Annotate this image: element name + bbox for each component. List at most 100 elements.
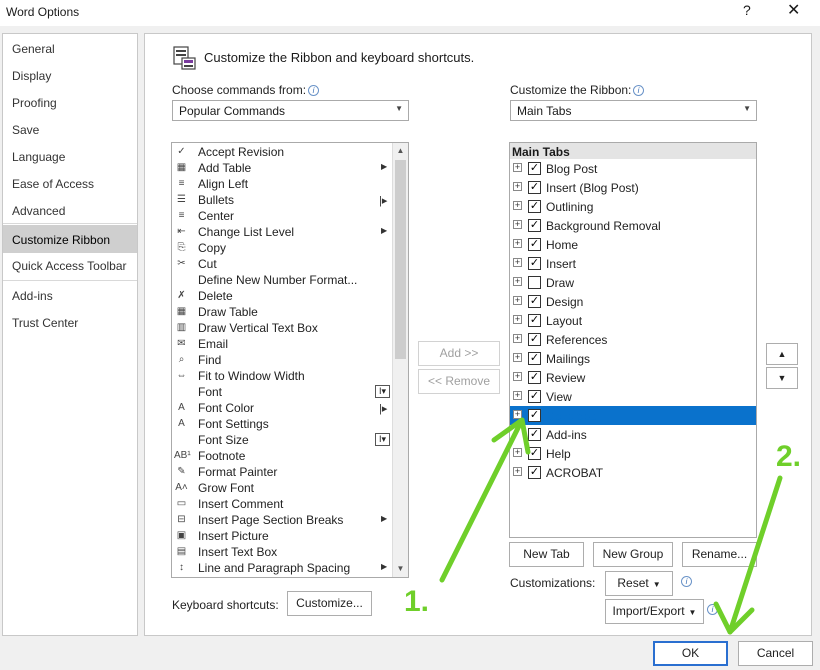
sidebar-item-language[interactable]: Language bbox=[3, 144, 137, 170]
tab-checkbox[interactable]: ✓ bbox=[528, 371, 541, 384]
ribbon-tab-item[interactable]: + ✓ Outlining bbox=[510, 197, 756, 216]
sidebar-item-trust-center[interactable]: Trust Center bbox=[3, 310, 137, 336]
command-item[interactable]: ⌕ Find bbox=[172, 352, 392, 368]
tab-checkbox[interactable]: ✓ bbox=[528, 352, 541, 365]
ribbon-tab-item[interactable]: + ✓ Help bbox=[510, 444, 756, 463]
ok-button[interactable]: OK bbox=[653, 641, 728, 666]
command-item[interactable]: ☰ Bullets |▸ bbox=[172, 192, 392, 208]
command-item[interactable]: Font Size I▾ bbox=[172, 432, 392, 448]
sidebar-item-customize-ribbon[interactable]: Customize Ribbon bbox=[3, 225, 137, 253]
ribbon-tab-item[interactable]: + ✓ Developer bbox=[510, 406, 756, 425]
ribbon-tab-item[interactable]: + ✓ Layout bbox=[510, 311, 756, 330]
command-item[interactable]: ✂ Cut bbox=[172, 256, 392, 272]
ribbon-tab-item[interactable]: + ✓ View bbox=[510, 387, 756, 406]
ribbon-tab-item[interactable]: + ✓ Review bbox=[510, 368, 756, 387]
command-item[interactable]: ✎ Format Painter bbox=[172, 464, 392, 480]
tab-checkbox[interactable]: ✓ bbox=[528, 447, 541, 460]
sidebar-item-advanced[interactable]: Advanced bbox=[3, 198, 137, 224]
tab-checkbox[interactable]: ✓ bbox=[528, 466, 541, 479]
expand-icon[interactable]: + bbox=[513, 467, 522, 476]
command-item[interactable]: A Font Settings bbox=[172, 416, 392, 432]
ribbon-tab-item[interactable]: ✓ Add-ins bbox=[510, 425, 756, 444]
command-item[interactable]: A Font Color |▸ bbox=[172, 400, 392, 416]
commands-list[interactable]: ✓ Accept Revision ▦ Add Table ▶ ≡ Align Left ☰ B… bbox=[171, 142, 409, 578]
info-icon[interactable]: i bbox=[707, 604, 718, 615]
info-icon[interactable]: i bbox=[681, 576, 692, 587]
command-item[interactable]: ⇤ Change List Level ▶ bbox=[172, 224, 392, 240]
command-item[interactable]: ⎘ Copy bbox=[172, 240, 392, 256]
tab-checkbox[interactable]: ✓ bbox=[528, 314, 541, 327]
customize-ribbon-dropdown[interactable]: Main Tabs ▼ bbox=[510, 100, 757, 121]
ribbon-tab-item[interactable]: + Draw bbox=[510, 273, 756, 292]
command-item[interactable]: 🔗 Link bbox=[172, 576, 392, 577]
tab-checkbox[interactable]: ✓ bbox=[528, 181, 541, 194]
new-group-button[interactable]: New Group bbox=[593, 542, 673, 567]
command-item[interactable]: ▦ Add Table ▶ bbox=[172, 160, 392, 176]
expand-icon[interactable]: + bbox=[513, 334, 522, 343]
command-item[interactable]: ≡ Align Left bbox=[172, 176, 392, 192]
expand-icon[interactable]: + bbox=[513, 296, 522, 305]
help-button[interactable]: ? bbox=[743, 2, 751, 18]
command-item[interactable]: ▥ Draw Vertical Text Box bbox=[172, 320, 392, 336]
info-icon[interactable]: i bbox=[308, 85, 319, 96]
command-item[interactable]: Font I▾ bbox=[172, 384, 392, 400]
expand-icon[interactable]: + bbox=[513, 277, 522, 286]
close-button[interactable]: ✕ bbox=[787, 0, 800, 20]
ribbon-tab-item[interactable]: + ✓ References bbox=[510, 330, 756, 349]
expand-icon[interactable]: + bbox=[513, 372, 522, 381]
tab-checkbox[interactable]: ✓ bbox=[528, 428, 541, 441]
info-icon[interactable]: i bbox=[633, 85, 644, 96]
command-item[interactable]: AB¹ Footnote bbox=[172, 448, 392, 464]
reset-button[interactable]: Reset ▼ bbox=[605, 571, 673, 596]
tab-checkbox[interactable]: ✓ bbox=[528, 219, 541, 232]
command-item[interactable]: ▦ Draw Table bbox=[172, 304, 392, 320]
tab-checkbox[interactable]: ✓ bbox=[528, 238, 541, 251]
command-item[interactable]: ✉ Email bbox=[172, 336, 392, 352]
expand-icon[interactable]: + bbox=[513, 391, 522, 400]
move-up-button[interactable]: ▲ bbox=[766, 343, 798, 365]
ribbon-tab-item[interactable]: + ✓ ACROBAT bbox=[510, 463, 756, 482]
tab-checkbox[interactable] bbox=[528, 276, 541, 289]
command-item[interactable]: ↕ Line and Paragraph Spacing ▶ bbox=[172, 560, 392, 576]
sidebar-item-save[interactable]: Save bbox=[3, 117, 137, 143]
command-item[interactable]: ✗ Delete bbox=[172, 288, 392, 304]
ribbon-tab-item[interactable]: + ✓ Mailings bbox=[510, 349, 756, 368]
ribbon-tab-item[interactable]: + ✓ Home bbox=[510, 235, 756, 254]
expand-icon[interactable]: + bbox=[513, 201, 522, 210]
expand-icon[interactable]: + bbox=[513, 410, 522, 419]
ribbon-tab-item[interactable]: + ✓ Insert bbox=[510, 254, 756, 273]
rename-button[interactable]: Rename... bbox=[682, 542, 757, 567]
expand-icon[interactable]: + bbox=[513, 163, 522, 172]
command-item[interactable]: ✓ Accept Revision bbox=[172, 144, 392, 160]
import-export-button[interactable]: Import/Export ▼ bbox=[605, 599, 704, 624]
scroll-thumb[interactable] bbox=[395, 160, 406, 359]
command-item[interactable]: ▭ Insert Comment bbox=[172, 496, 392, 512]
scroll-up-icon[interactable]: ▲ bbox=[393, 143, 408, 159]
expand-icon[interactable]: + bbox=[513, 448, 522, 457]
sidebar-item-quick-access-toolbar[interactable]: Quick Access Toolbar bbox=[3, 253, 137, 279]
expand-icon[interactable]: + bbox=[513, 315, 522, 324]
sidebar-item-proofing[interactable]: Proofing bbox=[3, 90, 137, 116]
ribbon-tab-item[interactable]: + ✓ Insert (Blog Post) bbox=[510, 178, 756, 197]
sidebar-item-general[interactable]: General bbox=[3, 36, 137, 62]
new-tab-button[interactable]: New Tab bbox=[509, 542, 584, 567]
expand-icon[interactable]: + bbox=[513, 353, 522, 362]
ribbon-tabs-tree[interactable]: Main Tabs + ✓ Blog Post + ✓ Insert (Blog Post… bbox=[509, 142, 757, 538]
tab-checkbox[interactable]: ✓ bbox=[528, 257, 541, 270]
choose-commands-dropdown[interactable]: Popular Commands ▼ bbox=[172, 100, 409, 121]
ribbon-tab-item[interactable]: + ✓ Background Removal bbox=[510, 216, 756, 235]
commands-scrollbar[interactable]: ▲ ▼ bbox=[392, 143, 408, 577]
sidebar-item-display[interactable]: Display bbox=[3, 63, 137, 89]
command-item[interactable]: ⊟ Insert Page Section Breaks ▶ bbox=[172, 512, 392, 528]
tab-checkbox[interactable]: ✓ bbox=[528, 200, 541, 213]
remove-button[interactable]: << Remove bbox=[418, 369, 500, 394]
expand-icon[interactable]: + bbox=[513, 239, 522, 248]
move-down-button[interactable]: ▼ bbox=[766, 367, 798, 389]
cancel-button[interactable]: Cancel bbox=[738, 641, 813, 666]
sidebar-item-ease-of-access[interactable]: Ease of Access bbox=[3, 171, 137, 197]
expand-icon[interactable]: + bbox=[513, 258, 522, 267]
tab-checkbox[interactable]: ✓ bbox=[528, 295, 541, 308]
ribbon-tab-item[interactable]: + ✓ Blog Post bbox=[510, 159, 756, 178]
tab-checkbox[interactable]: ✓ bbox=[528, 409, 541, 422]
command-item[interactable]: ▣ Insert Picture bbox=[172, 528, 392, 544]
